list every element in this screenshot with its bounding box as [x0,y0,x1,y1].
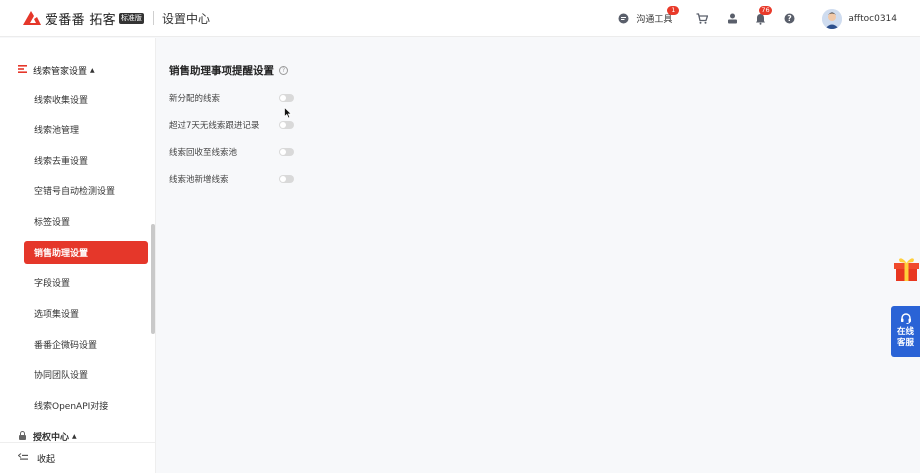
sidebar-item-openapi[interactable]: 线索OpenAPI对接 [24,394,148,417]
sidebar: 线索管家设置 ▲ 线索收集设置 线索池管理 线索去重设置 空错号自动检测设置 标… [0,38,156,473]
sidebar-scrollbar[interactable] [151,224,155,334]
sidebar-item-dedup[interactable]: 线索去重设置 [24,149,148,172]
online-service-label-1: 在线 [896,327,914,337]
communication-tools-button[interactable]: 沟通工具 1 [617,6,680,25]
sidebar-item-lead-pool[interactable]: 线索池管理 [24,118,148,141]
setting-label: 新分配的线索 [169,94,221,104]
notifications-button[interactable]: 76 [754,5,772,25]
header-divider [152,11,154,25]
sidebar-group-lead-settings[interactable]: 线索管家设置 ▲ [18,64,95,77]
headset-icon [900,312,912,327]
mouse-cursor-icon [284,106,293,122]
toggle-switch[interactable] [279,175,294,183]
chat-bubble-icon [617,13,629,25]
page-title: 设置中心 [161,11,210,26]
sidebar-collapse-button[interactable]: 收起 [0,442,155,473]
sidebar-item-number-check[interactable]: 空错号自动检测设置 [24,179,148,202]
sidebar-item-lead-collection[interactable]: 线索收集设置 [24,88,148,111]
cart-button[interactable] [696,13,709,25]
svg-text:?: ? [787,14,791,23]
section-title: 销售助理事项提醒设置 ? [169,63,288,78]
sidebar-item-wecom-code[interactable]: 番番企微码设置 [24,333,148,356]
brand-logo[interactable]: 爱番番 拓客 标准版 [22,9,144,28]
setting-row-recycled: 线索回收至线索池 [169,145,294,159]
setting-label: 线索回收至线索池 [169,148,238,158]
sidebar-item-sales-assistant[interactable]: 销售助理设置 [24,241,148,264]
lock-icon [18,430,27,443]
list-menu-icon [18,65,27,76]
tools-label: 沟通工具 [636,15,673,25]
person-icon [726,13,738,25]
gift-icon[interactable] [893,254,920,282]
tools-badge: 1 [667,6,680,15]
sidebar-item-team[interactable]: 协同团队设置 [24,363,148,386]
toggle-switch[interactable] [279,121,294,129]
setting-row-no-followup: 超过7天无线索跟进记录 [169,118,294,132]
setting-row-pool-new: 线索池新增线索 [169,172,294,186]
brand-logo-icon [22,10,42,26]
shopping-cart-icon [696,13,709,25]
toggle-switch[interactable] [279,94,294,102]
avatar [822,8,843,29]
team-button[interactable] [726,13,738,25]
section-title-text: 销售助理事项提醒设置 [169,65,274,77]
caret-up-icon: ▲ [90,67,95,74]
setting-label: 线索池新增线索 [169,175,229,185]
username: afftoc0314 [848,13,897,24]
user-menu[interactable]: afftoc0314 [822,8,897,29]
edition-badge: 标准版 [118,12,144,24]
sidebar-item-tags[interactable]: 标签设置 [24,210,148,233]
caret-up-icon: ▲ [72,433,77,440]
question-icon[interactable]: ? [279,66,288,75]
collapse-icon [17,452,28,464]
sidebar-group-label: 线索管家设置 [33,67,88,77]
toggle-switch[interactable] [279,148,294,156]
online-service-button[interactable]: 在线 客服 [891,306,920,357]
top-header: 爱番番 拓客 标准版 设置中心 沟通工具 1 76 ? afftoc0314 [0,0,920,37]
help-button[interactable]: ? [783,13,795,25]
header-actions: 沟通工具 1 76 ? afftoc0314 [617,0,920,37]
online-service-label-2: 客服 [896,338,914,348]
collapse-label: 收起 [37,454,56,465]
sidebar-item-fields[interactable]: 字段设置 [24,271,148,294]
help-circle-icon: ? [783,13,795,25]
main-content: 销售助理事项提醒设置 ? 新分配的线索 超过7天无线索跟进记录 线索回收至线索池… [157,38,920,473]
notifications-badge: 76 [759,5,772,15]
setting-label: 超过7天无线索跟进记录 [169,121,260,131]
sidebar-item-option-sets[interactable]: 选项集设置 [24,302,148,325]
setting-row-new-assigned: 新分配的线索 [169,91,294,105]
brand-name: 爱番番 拓客 [45,12,116,28]
